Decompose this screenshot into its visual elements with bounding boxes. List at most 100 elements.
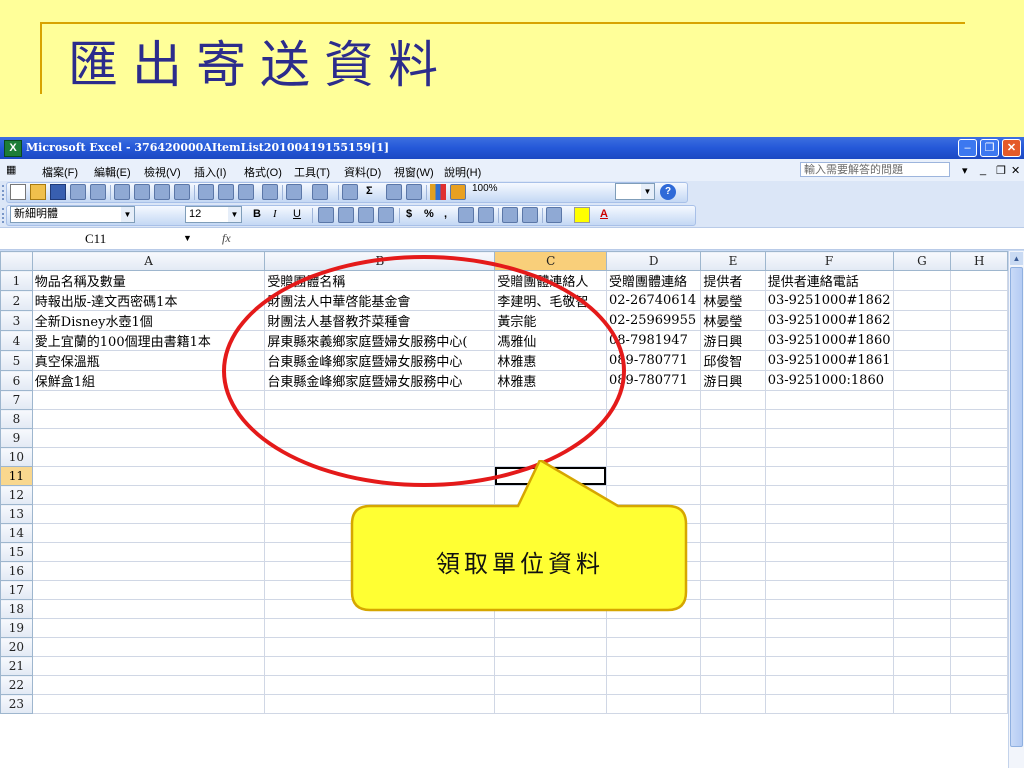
- cell[interactable]: [700, 466, 766, 486]
- cell[interactable]: [892, 656, 952, 676]
- cell[interactable]: [950, 390, 1008, 410]
- cell[interactable]: [606, 466, 702, 486]
- cell[interactable]: [494, 466, 608, 486]
- cell[interactable]: [606, 390, 702, 410]
- doc-minimize-button[interactable]: _: [980, 164, 986, 176]
- cell[interactable]: [606, 447, 702, 467]
- cell[interactable]: [700, 561, 766, 581]
- currency-button[interactable]: $: [406, 208, 412, 220]
- percent-button[interactable]: %: [424, 208, 434, 220]
- cell[interactable]: [700, 542, 766, 562]
- hyperlink-icon[interactable]: [342, 184, 358, 200]
- column-header[interactable]: B: [264, 251, 496, 271]
- cell[interactable]: [264, 637, 496, 657]
- cell[interactable]: [700, 580, 766, 600]
- cell[interactable]: 受贈團體連絡人: [494, 270, 608, 291]
- merge-center-icon[interactable]: [378, 207, 394, 223]
- cell[interactable]: [950, 637, 1008, 657]
- cell[interactable]: [494, 523, 608, 543]
- undo-icon[interactable]: [286, 184, 302, 200]
- cell[interactable]: [950, 290, 1008, 311]
- row-header[interactable]: 16: [0, 561, 33, 581]
- column-header[interactable]: A: [31, 251, 266, 271]
- cell[interactable]: 089-780771: [606, 350, 702, 371]
- row-header[interactable]: 1: [0, 270, 33, 291]
- insert-function-icon[interactable]: fx: [222, 231, 231, 246]
- autosum-icon[interactable]: Σ: [366, 185, 373, 197]
- cell[interactable]: 屏東縣來義鄉家庭暨婦女服務中心(: [264, 330, 496, 351]
- cell[interactable]: [700, 485, 766, 505]
- permission-icon[interactable]: [70, 184, 86, 200]
- cell[interactable]: [764, 675, 894, 695]
- cell[interactable]: [31, 485, 266, 505]
- cell[interactable]: [31, 504, 266, 524]
- cell[interactable]: [892, 542, 952, 562]
- doc-close-button[interactable]: ✕: [1011, 164, 1020, 177]
- cell[interactable]: [606, 523, 702, 543]
- cell[interactable]: [764, 580, 894, 600]
- row-header[interactable]: 21: [0, 656, 33, 676]
- minimize-button[interactable]: –: [958, 139, 977, 157]
- cell[interactable]: [950, 580, 1008, 600]
- cell[interactable]: 游日興: [700, 330, 766, 351]
- font-size-select[interactable]: 12 ▼: [185, 206, 242, 223]
- cell[interactable]: [764, 428, 894, 448]
- menu-format[interactable]: 格式(O): [244, 164, 282, 180]
- cell[interactable]: [264, 447, 496, 467]
- cell[interactable]: [31, 466, 266, 486]
- cell[interactable]: 林雅惠: [494, 370, 608, 391]
- cell[interactable]: [764, 561, 894, 581]
- align-left-icon[interactable]: [318, 207, 334, 223]
- cell[interactable]: 游日興: [700, 370, 766, 391]
- fill-color-icon[interactable]: [574, 207, 590, 223]
- cell[interactable]: [892, 561, 952, 581]
- cell[interactable]: [950, 694, 1008, 714]
- cell[interactable]: [950, 370, 1008, 391]
- scrollbar-thumb[interactable]: [1010, 267, 1023, 747]
- row-header[interactable]: 15: [0, 542, 33, 562]
- cell[interactable]: [606, 656, 702, 676]
- cell[interactable]: [700, 637, 766, 657]
- cell[interactable]: [264, 485, 496, 505]
- cell[interactable]: 03-9251000#1861: [764, 350, 894, 371]
- cell[interactable]: [764, 447, 894, 467]
- research-icon[interactable]: [174, 184, 190, 200]
- cell[interactable]: 林晏瑩: [700, 290, 766, 311]
- cell[interactable]: [764, 504, 894, 524]
- font-color-icon[interactable]: A: [600, 208, 608, 220]
- cell[interactable]: [494, 580, 608, 600]
- cell[interactable]: [606, 485, 702, 505]
- cell[interactable]: [494, 504, 608, 524]
- email-icon[interactable]: [90, 184, 106, 200]
- cell[interactable]: 受贈團體名稱: [264, 270, 496, 291]
- cell[interactable]: [764, 409, 894, 429]
- borders-icon[interactable]: [546, 207, 562, 223]
- cell[interactable]: [264, 523, 496, 543]
- workbook-icon[interactable]: ▦: [6, 163, 16, 176]
- cell[interactable]: 03-9251000#1860: [764, 330, 894, 351]
- row-header[interactable]: 9: [0, 428, 33, 448]
- cell[interactable]: [764, 694, 894, 714]
- cell[interactable]: [606, 428, 702, 448]
- cell[interactable]: [31, 561, 266, 581]
- cell[interactable]: 保鮮盒1組: [31, 370, 266, 391]
- cell[interactable]: [606, 675, 702, 695]
- cell[interactable]: [892, 504, 952, 524]
- cell[interactable]: [892, 270, 952, 291]
- cell[interactable]: 089-780771: [606, 370, 702, 391]
- cell[interactable]: [950, 656, 1008, 676]
- cell[interactable]: [950, 542, 1008, 562]
- restore-button[interactable]: ❐: [980, 139, 999, 157]
- doc-restore-button[interactable]: ❐: [996, 164, 1006, 177]
- menu-window[interactable]: 視窗(W): [394, 164, 434, 180]
- redo-icon[interactable]: [312, 184, 328, 200]
- cell[interactable]: [764, 656, 894, 676]
- row-header[interactable]: 2: [0, 290, 33, 311]
- cell[interactable]: [494, 618, 608, 638]
- cell[interactable]: 03-9251000:1860: [764, 370, 894, 391]
- chevron-down-icon[interactable]: ▼: [228, 207, 241, 222]
- row-header[interactable]: 23: [0, 694, 33, 714]
- align-center-icon[interactable]: [338, 207, 354, 223]
- cell[interactable]: [950, 270, 1008, 291]
- cell[interactable]: [264, 580, 496, 600]
